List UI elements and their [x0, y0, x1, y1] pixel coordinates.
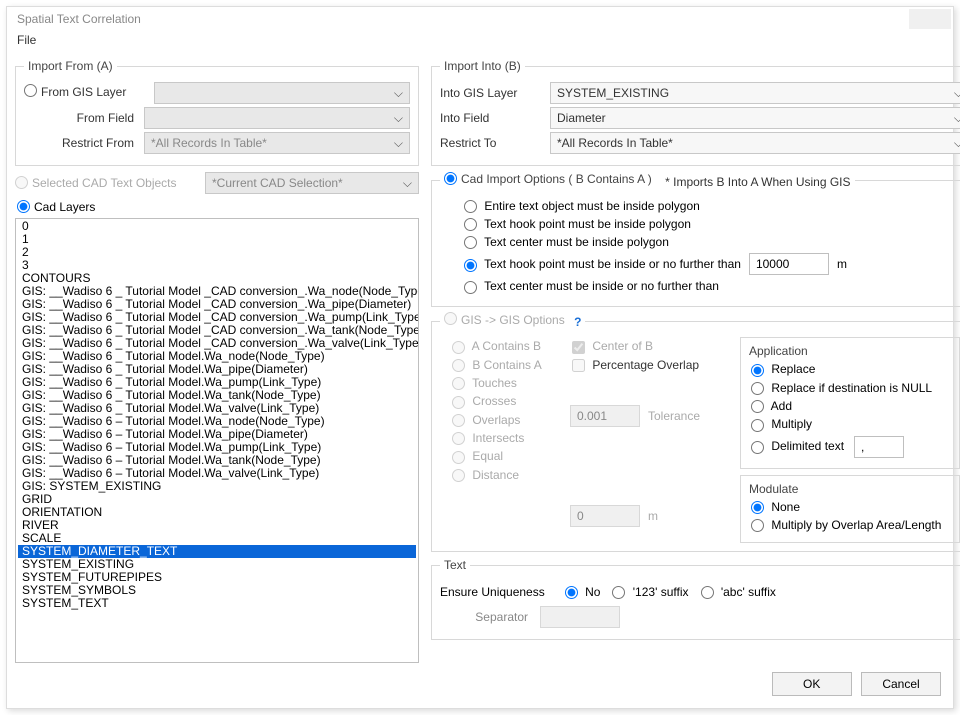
cad-options-legend: Cad Import Options ( B Contains A ) * Im…: [440, 172, 855, 189]
separator-label: Separator: [440, 610, 540, 624]
mod-mult[interactable]: Multiply by Overlap Area/Length: [751, 518, 941, 532]
uniq-abc[interactable]: 'abc' suffix: [701, 585, 776, 599]
rel-equal: Equal: [452, 449, 503, 463]
into-gis-layer-combo[interactable]: SYSTEM_EXISTING ⌵: [550, 82, 960, 104]
help-icon[interactable]: ?: [574, 315, 581, 329]
app-delim[interactable]: Delimited text: [751, 439, 844, 453]
cancel-button[interactable]: Cancel: [861, 672, 941, 696]
window-title: Spatial Text Correlation: [17, 12, 141, 26]
cad-options-group: Cad Import Options ( B Contains A ) * Im…: [431, 172, 960, 307]
restrict-to-label: Restrict To: [440, 136, 550, 150]
gis-options-legend: GIS -> GIS Options ?: [440, 313, 585, 330]
title-bar: Spatial Text Correlation: [7, 7, 953, 31]
import-from-group: Import From (A) From GIS Layer ⌵ From Fi…: [15, 59, 419, 166]
into-gis-layer-label: Into GIS Layer: [440, 86, 550, 100]
distance-unit: m: [648, 509, 658, 523]
rel-a-contains-b: A Contains B: [452, 339, 541, 353]
app-replace[interactable]: Replace: [751, 362, 815, 376]
import-from-legend: Import From (A): [24, 59, 117, 73]
app-delim-value[interactable]: ,: [854, 436, 904, 458]
app-multiply[interactable]: Multiply: [751, 417, 812, 431]
cad-opt-hook-dist[interactable]: Text hook point must be inside or no fur…: [464, 257, 741, 271]
into-field-label: Into Field: [440, 111, 550, 125]
list-item[interactable]: 2: [18, 246, 416, 259]
cad-opt-hook-dist-unit: m: [837, 257, 847, 271]
text-group: Text Ensure Uniqueness No '123' suffix '…: [431, 558, 960, 640]
import-into-group: Import Into (B) Into GIS Layer SYSTEM_EX…: [431, 59, 960, 166]
from-field-combo[interactable]: ⌵: [144, 107, 410, 129]
ok-button[interactable]: OK: [772, 672, 852, 696]
restrict-to-combo[interactable]: *All Records In Table* ⌵: [550, 132, 960, 154]
application-title: Application: [749, 344, 951, 358]
gis-options-group: GIS -> GIS Options ? A Contains B B Cont…: [431, 313, 960, 552]
cad-opt-hook-dist-value[interactable]: 10000: [749, 253, 829, 275]
cad-opt-center-dist[interactable]: Text center must be inside or no further…: [464, 279, 719, 293]
chevron-down-icon: ⌵: [394, 136, 403, 151]
cad-layers-listbox[interactable]: 0123CONTOURSGIS: __Wadiso 6 _ Tutorial M…: [15, 218, 419, 663]
chevron-down-icon: ⌵: [394, 111, 403, 126]
selected-cad-combo[interactable]: *Current CAD Selection* ⌵: [205, 172, 419, 194]
rel-b-contains-a: B Contains A: [452, 358, 542, 372]
ensure-uniqueness-label: Ensure Uniqueness: [440, 585, 545, 599]
into-field-combo[interactable]: Diameter ⌵: [550, 107, 960, 129]
cad-layers-radio[interactable]: Cad Layers: [17, 200, 95, 214]
mod-none[interactable]: None: [751, 500, 800, 514]
list-item[interactable]: ORIENTATION: [18, 506, 416, 519]
dialog-window: Spatial Text Correlation File Import Fro…: [6, 6, 954, 709]
list-item[interactable]: GIS: SYSTEM_EXISTING: [18, 480, 416, 493]
chevron-down-icon: ⌵: [954, 136, 960, 151]
distance-value: 0: [570, 505, 640, 527]
cad-opt-center-inside[interactable]: Text center must be inside polygon: [464, 235, 669, 249]
application-group: Application Replace Replace if destinati…: [740, 337, 960, 468]
import-into-legend: Import Into (B): [440, 59, 525, 73]
selected-cad-radio[interactable]: Selected CAD Text Objects: [15, 176, 205, 190]
menu-bar: File: [7, 31, 953, 53]
gis-options-radio[interactable]: [444, 312, 457, 325]
modulate-title: Modulate: [749, 482, 951, 496]
uniq-no[interactable]: No: [565, 585, 601, 599]
cad-opt-hook-inside[interactable]: Text hook point must be inside polygon: [464, 217, 691, 231]
chevron-down-icon: ⌵: [954, 86, 960, 101]
from-field-label: From Field: [24, 111, 144, 125]
app-replace-null[interactable]: Replace if destination is NULL: [751, 381, 932, 395]
text-legend: Text: [440, 558, 470, 572]
rel-distance: Distance: [452, 468, 519, 482]
from-gis-layer-combo[interactable]: ⌵: [154, 82, 410, 104]
cad-options-note: * Imports B Into A When Using GIS: [665, 175, 850, 189]
rel-crosses: Crosses: [452, 394, 516, 408]
list-item[interactable]: SYSTEM_TEXT: [18, 597, 416, 610]
close-button[interactable]: [909, 9, 951, 29]
cad-opt-entire[interactable]: Entire text object must be inside polygo…: [464, 199, 700, 213]
restrict-from-label: Restrict From: [24, 136, 144, 150]
restrict-from-combo[interactable]: *All Records In Table* ⌵: [144, 132, 410, 154]
rel-overlaps: Overlaps: [452, 413, 520, 427]
chevron-down-icon: ⌵: [403, 176, 412, 191]
cad-options-radio[interactable]: [444, 172, 457, 185]
rel-touches: Touches: [452, 376, 517, 390]
rel-intersects: Intersects: [452, 431, 524, 445]
list-item[interactable]: RIVER: [18, 519, 416, 532]
list-item[interactable]: 1: [18, 233, 416, 246]
menu-file[interactable]: File: [17, 33, 36, 47]
dialog-buttons: OK Cancel: [766, 672, 941, 696]
center-of-b-check: Center of B: [572, 339, 653, 353]
modulate-group: Modulate None Multiply by Overlap Area/L…: [740, 475, 960, 544]
separator-value: [540, 606, 620, 628]
pct-overlap-check: Percentage Overlap: [572, 358, 699, 372]
tolerance-label: Tolerance: [648, 409, 700, 423]
list-item[interactable]: 0: [18, 220, 416, 233]
tolerance-value: 0.001: [570, 405, 640, 427]
from-gis-layer-radio[interactable]: From GIS Layer: [24, 85, 126, 99]
uniq-123[interactable]: '123' suffix: [612, 585, 688, 599]
chevron-down-icon: ⌵: [954, 111, 960, 126]
chevron-down-icon: ⌵: [394, 86, 403, 101]
app-add[interactable]: Add: [751, 399, 792, 413]
